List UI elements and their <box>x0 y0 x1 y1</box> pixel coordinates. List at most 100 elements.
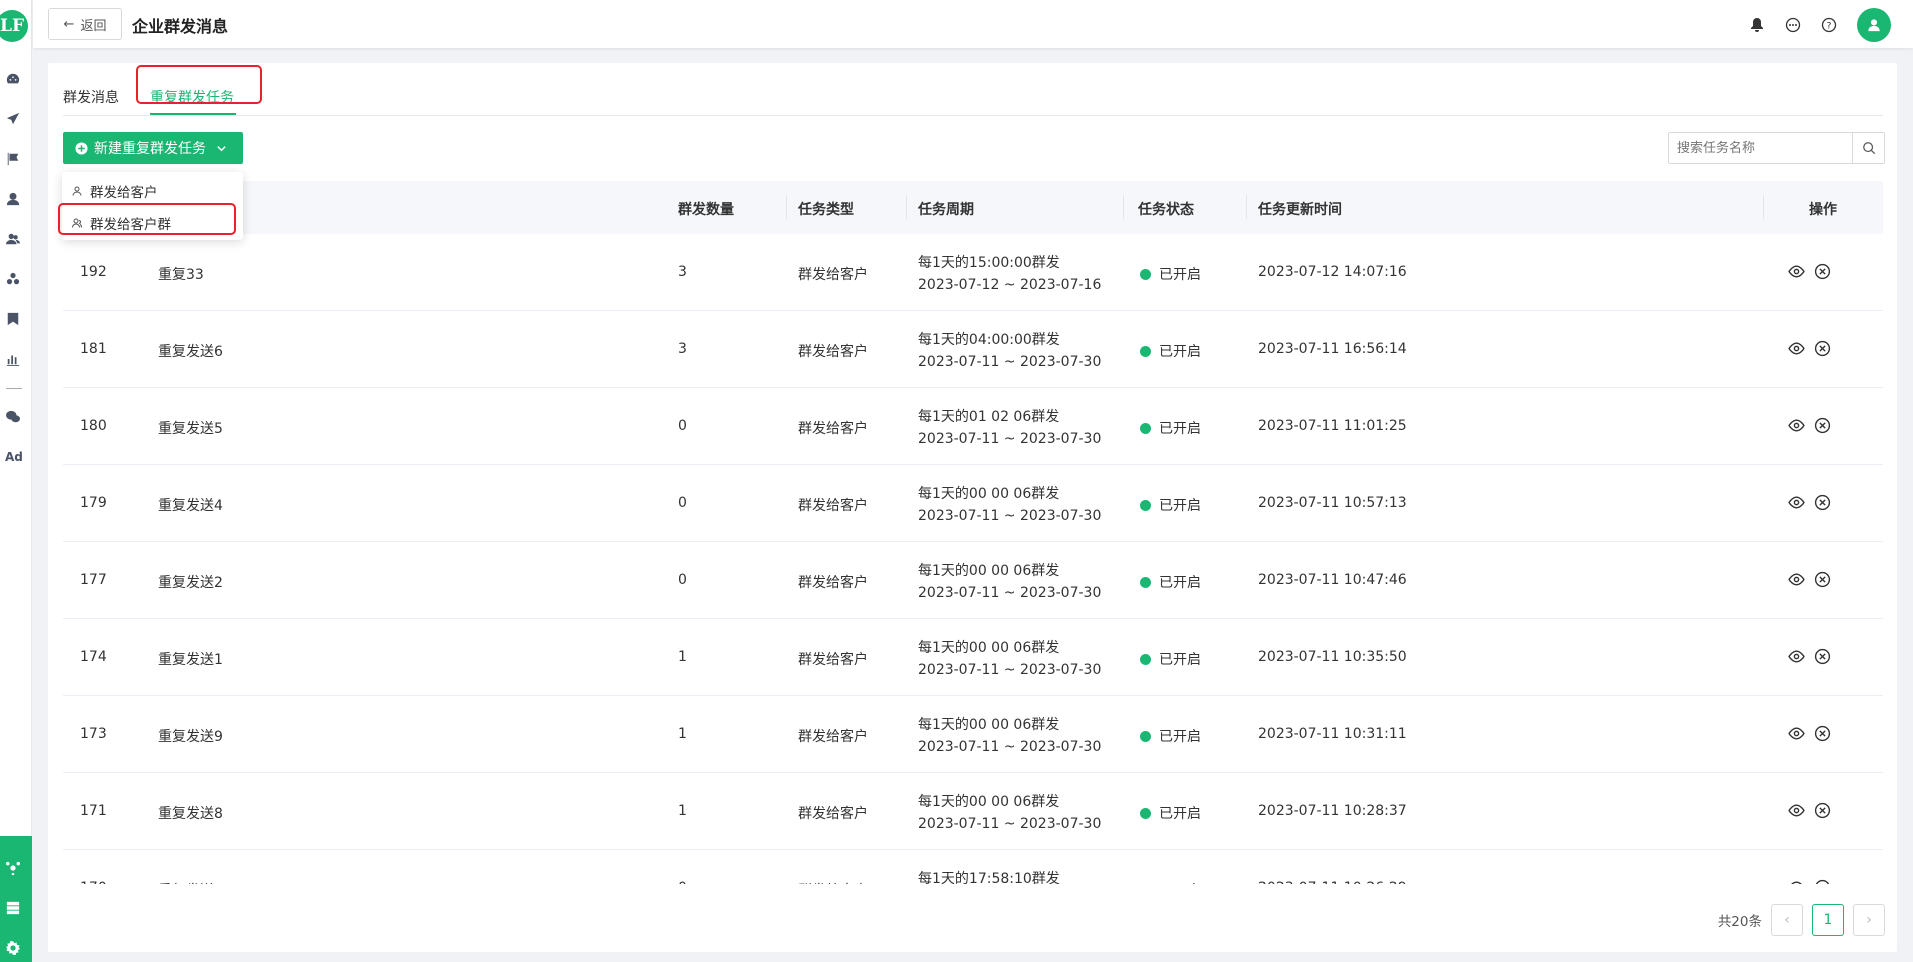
period-schedule: 每1天的17:58:10群发 <box>918 871 1060 884</box>
cluster-icon[interactable] <box>6 272 20 286</box>
cell-id: 171 <box>80 803 107 819</box>
table-row: 170 重复发送7 0 群发给客户 每1天的17:58:10群发2023-07-11 ~… <box>63 850 1883 884</box>
cell-count: 1 <box>678 726 687 742</box>
cell-period: 每1天的00 00 06群发 2023-07-11 ~ 2023-07-30 <box>918 637 1101 681</box>
dropdown-item-label: 群发给客户 <box>90 185 158 201</box>
cell-type: 群发给客户 <box>798 421 868 437</box>
period-range: 2023-07-11 ~ 2023-07-30 <box>918 816 1102 832</box>
wechat-icon[interactable] <box>6 410 20 424</box>
column-divider <box>1246 195 1247 219</box>
arrow-left-icon: ← <box>63 16 75 32</box>
flag-icon[interactable] <box>6 152 20 166</box>
settings-icon[interactable] <box>6 941 20 955</box>
cell-period: 每1天的00 00 06群发 2023-07-11 ~ 2023-07-30 <box>918 791 1101 835</box>
table-row: 179 重复发送4 0 群发给客户 每1天的00 00 06群发 2023-07-11 ~… <box>63 465 1883 542</box>
new-repeat-task-button[interactable]: 新建重复群发任务 <box>63 132 243 164</box>
page-1-button[interactable]: 1 <box>1812 904 1844 936</box>
bell-icon[interactable] <box>1749 17 1765 33</box>
th-updated: 任务更新时间 <box>1258 202 1342 218</box>
eye-icon[interactable] <box>1788 879 1805 884</box>
table-row: 174 重复发送1 1 群发给客户 每1天的00 00 06群发 2023-07-11 ~… <box>63 619 1883 696</box>
eye-icon[interactable] <box>1788 648 1805 665</box>
close-circle-icon[interactable] <box>1814 648 1831 665</box>
th-actions: 操作 <box>1809 202 1837 218</box>
status-label: 已开启 <box>1159 498 1201 514</box>
cell-type: 群发给客户 <box>798 498 868 514</box>
status-dot <box>1140 654 1151 665</box>
dropdown-item-customer[interactable]: 群发给客户 <box>72 181 158 201</box>
period-range: 2023-07-11 ~ 2023-07-30 <box>918 508 1102 524</box>
search-input[interactable] <box>1669 133 1852 163</box>
cell-period: 每1天的17:58:10群发2023-07-11 ~ 2023-07-30 <box>918 868 1101 884</box>
prev-page-button[interactable]: ‹ <box>1771 904 1803 936</box>
network-icon[interactable] <box>6 861 20 875</box>
cell-name: 重复发送5 <box>158 421 223 437</box>
table-row: 192 重复33 3 群发给客户 每1天的15:00:00群发 2023-07-12 ~ … <box>63 234 1883 311</box>
eye-icon[interactable] <box>1788 494 1805 511</box>
back-button[interactable]: ← 返回 <box>48 8 122 40</box>
next-page-button[interactable]: › <box>1853 904 1885 936</box>
close-circle-icon[interactable] <box>1814 879 1831 884</box>
top-bar: ← 返回 企业群发消息 ? <box>33 0 1913 48</box>
cell-name: 重复发送4 <box>158 498 223 514</box>
close-circle-icon[interactable] <box>1814 494 1831 511</box>
users-icon[interactable] <box>6 232 20 246</box>
ad-icon[interactable]: Ad <box>5 450 23 464</box>
close-circle-icon[interactable] <box>1814 263 1831 280</box>
table-row: 173 重复发送9 1 群发给客户 每1天的00 00 06群发 2023-07-11 ~… <box>63 696 1883 773</box>
period-schedule: 每1天的00 00 06群发 <box>918 563 1060 579</box>
cell-type: 群发给客户 <box>798 806 868 822</box>
column-divider <box>906 195 907 219</box>
status-label: 已开启 <box>1159 883 1201 884</box>
chat-icon[interactable] <box>1785 17 1801 33</box>
cell-updated: 2023-07-11 10:31:11 <box>1258 726 1407 742</box>
cell-status: 已开启 <box>1140 572 1201 592</box>
user-icon[interactable] <box>6 192 20 206</box>
eye-icon[interactable] <box>1788 417 1805 434</box>
cell-count: 1 <box>678 803 687 819</box>
cell-type: 群发给客户 <box>798 729 868 745</box>
send-icon[interactable] <box>6 112 20 126</box>
server-icon[interactable] <box>6 901 20 915</box>
search-button[interactable] <box>1852 133 1884 163</box>
logo[interactable]: LF <box>0 10 28 42</box>
dashboard-icon[interactable] <box>6 72 20 86</box>
status-label: 已开启 <box>1159 729 1201 745</box>
cell-type: 群发给客户 <box>798 575 868 591</box>
status-dot <box>1140 269 1151 280</box>
row-actions <box>1788 417 1831 434</box>
column-divider <box>1763 195 1764 219</box>
bar-chart-icon[interactable] <box>6 352 20 366</box>
column-divider <box>1123 195 1124 219</box>
eye-icon[interactable] <box>1788 571 1805 588</box>
cell-status: 已开启 <box>1140 495 1201 515</box>
cell-count: 1 <box>678 649 687 665</box>
cell-status: 已开启 <box>1140 726 1201 746</box>
eye-icon[interactable] <box>1788 802 1805 819</box>
eye-icon[interactable] <box>1788 263 1805 280</box>
close-circle-icon[interactable] <box>1814 417 1831 434</box>
cell-id: 174 <box>80 649 107 665</box>
close-circle-icon[interactable] <box>1814 725 1831 742</box>
tab-group-messages[interactable]: 群发消息 <box>63 87 119 107</box>
cell-updated: 2023-07-11 16:56:14 <box>1258 341 1407 357</box>
bookmark-icon[interactable] <box>6 312 20 326</box>
th-status: 任务状态 <box>1138 202 1194 218</box>
help-icon[interactable]: ? <box>1821 17 1837 33</box>
eye-icon[interactable] <box>1788 725 1805 742</box>
status-dot <box>1140 577 1151 588</box>
user-avatar-icon[interactable] <box>1857 8 1891 42</box>
eye-icon[interactable] <box>1788 340 1805 357</box>
cell-name: 重复发送2 <box>158 575 223 591</box>
close-circle-icon[interactable] <box>1814 802 1831 819</box>
status-label: 已开启 <box>1159 344 1201 360</box>
row-actions <box>1788 725 1831 742</box>
cell-status: 已开启 <box>1140 341 1201 361</box>
row-actions <box>1788 263 1831 280</box>
table-row: 180 重复发送5 0 群发给客户 每1天的01 02 06群发 2023-07-11 ~… <box>63 388 1883 465</box>
close-circle-icon[interactable] <box>1814 340 1831 357</box>
cell-count: 3 <box>678 341 687 357</box>
close-circle-icon[interactable] <box>1814 571 1831 588</box>
cell-name: 重复发送1 <box>158 652 223 668</box>
cell-updated: 2023-07-11 11:01:25 <box>1258 418 1407 434</box>
